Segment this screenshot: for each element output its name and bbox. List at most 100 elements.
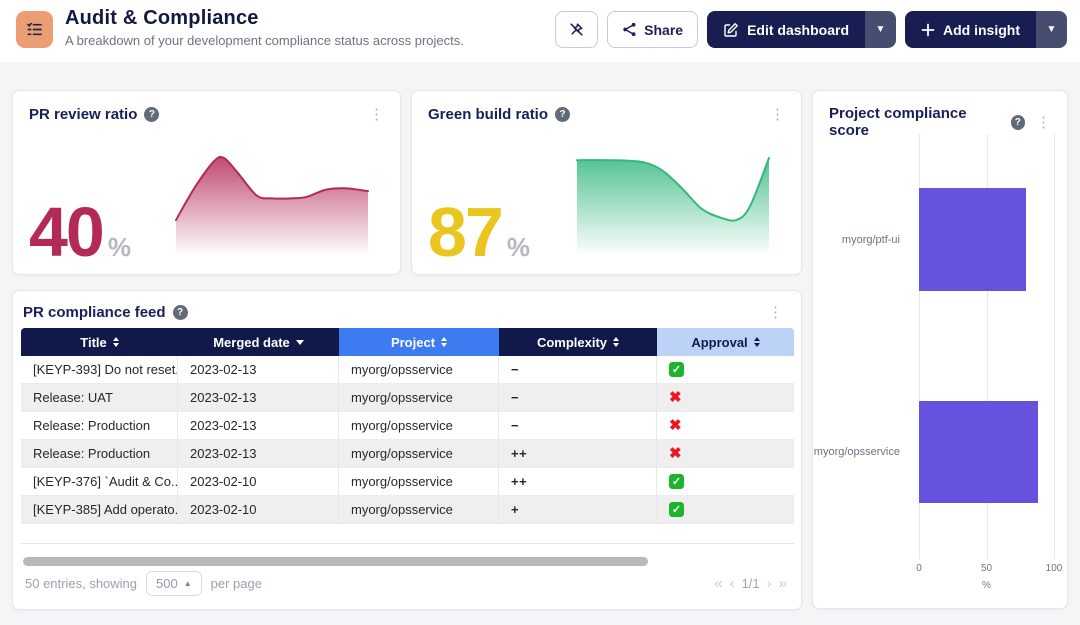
cell-merged-date: 2023-02-13: [178, 356, 339, 383]
first-page-button[interactable]: «: [714, 575, 722, 592]
cell-title: Release: Production: [21, 412, 178, 439]
card-title: PR compliance feed: [23, 304, 166, 321]
compliance-bar-chart: 0 50 100% myorg/ptf-ui myorg/opsservice: [813, 127, 1067, 608]
edit-icon: [723, 22, 739, 38]
sort-icon: [441, 337, 447, 347]
x-axis-tick: 100: [1039, 563, 1069, 574]
kebab-menu-icon[interactable]: ⋮: [766, 105, 789, 124]
pin-off-icon: [568, 21, 585, 38]
percent-unit: %: [108, 237, 131, 257]
share-icon: [622, 22, 637, 37]
green-build-value: 87 %: [428, 205, 530, 260]
chevron-down-icon: ▼: [1047, 24, 1057, 35]
pr-compliance-feed-card: PR compliance feed ? ⋮ Title Merged date P…: [12, 290, 802, 610]
approval-pass-icon: ✓: [669, 474, 684, 489]
dashboard-page: Audit & Compliance A breakdown of your d…: [0, 0, 1080, 625]
table-row: Release: UAT2023-02-13myorg/opsservice−✖: [21, 384, 794, 412]
entries-count-text: 50 entries, showing: [25, 576, 137, 591]
x-axis-label: %: [972, 580, 1002, 591]
help-icon[interactable]: ?: [555, 107, 570, 122]
x-axis-tick: 50: [972, 563, 1002, 574]
cell-project: myorg/opsservice: [339, 412, 499, 439]
unpin-button[interactable]: [555, 11, 598, 48]
help-icon[interactable]: ?: [144, 107, 159, 122]
approval-fail-icon: ✖: [669, 390, 682, 405]
page-size-select[interactable]: 500 ▲: [146, 571, 202, 596]
cell-merged-date: 2023-02-13: [178, 440, 339, 467]
page-subtitle: A breakdown of your development complian…: [65, 33, 464, 48]
chevron-up-icon: ▲: [184, 579, 192, 588]
cell-merged-date: 2023-02-13: [178, 412, 339, 439]
column-header-complexity[interactable]: Complexity: [499, 328, 657, 356]
column-header-merged-date[interactable]: Merged date: [178, 328, 339, 356]
toolbar: Share Edit dashboard ▼: [555, 11, 1067, 48]
column-header-project[interactable]: Project: [339, 328, 499, 356]
bar-category-label: myorg/ptf-ui: [813, 234, 909, 246]
feed-table: Title Merged date Project Complexity Approva…: [21, 328, 794, 524]
column-header-title[interactable]: Title: [21, 328, 178, 356]
add-insight-label: Add insight: [943, 22, 1020, 38]
cell-project: myorg/opsservice: [339, 496, 499, 523]
page-size-value: 500: [156, 576, 178, 591]
cell-approval: ✖: [657, 384, 794, 411]
cell-complexity: ++: [499, 468, 657, 495]
column-label: Merged date: [213, 335, 290, 350]
feed-table-body: [KEYP-393] Do not reset...2023-02-13myor…: [21, 356, 794, 524]
cell-merged-date: 2023-02-13: [178, 384, 339, 411]
approval-pass-icon: ✓: [669, 362, 684, 377]
cell-title: Release: Production: [21, 440, 178, 467]
add-insight-split-button: Add insight ▼: [905, 11, 1067, 48]
prev-page-button[interactable]: ‹: [730, 575, 735, 592]
share-label: Share: [644, 22, 683, 38]
green-build-sparkline[interactable]: [575, 148, 771, 260]
cell-complexity: −: [499, 356, 657, 383]
pr-review-ratio-card: PR review ratio ? ⋮ 40 %: [12, 90, 401, 275]
cell-project: myorg/opsservice: [339, 468, 499, 495]
cell-merged-date: 2023-02-10: [178, 496, 339, 523]
edit-dashboard-caret[interactable]: ▼: [865, 11, 896, 48]
next-page-button[interactable]: ›: [767, 575, 772, 592]
share-button[interactable]: Share: [607, 11, 698, 48]
kebab-menu-icon[interactable]: ⋮: [365, 105, 388, 124]
sort-icon: [613, 337, 619, 347]
pr-review-sparkline[interactable]: [174, 148, 370, 260]
percent-unit: %: [507, 237, 530, 257]
table-row: Release: Production2023-02-13myorg/opsse…: [21, 412, 794, 440]
bar-myorg-opsservice[interactable]: [919, 401, 1038, 503]
table-bottom-border: [21, 543, 794, 544]
green-build-ratio-card: Green build ratio ? ⋮ 87 %: [411, 90, 802, 275]
sort-icon: [113, 337, 119, 347]
header-titles: Audit & Compliance A breakdown of your d…: [65, 7, 464, 48]
kebab-menu-icon[interactable]: ⋮: [764, 303, 787, 322]
cell-title: Release: UAT: [21, 384, 178, 411]
column-label: Approval: [691, 335, 747, 350]
project-compliance-score-card: Project compliance score ? ⋮ 050100%myor…: [812, 90, 1068, 609]
page-title: Audit & Compliance: [65, 7, 464, 30]
table-row: [KEYP-393] Do not reset...2023-02-13myor…: [21, 356, 794, 384]
cell-approval: ✖: [657, 412, 794, 439]
cell-title: [KEYP-376] `Audit & Co...: [21, 468, 178, 495]
bar-chart-gridline: [1054, 134, 1055, 559]
column-header-approval[interactable]: Approval: [657, 328, 794, 356]
help-icon[interactable]: ?: [173, 305, 188, 320]
cell-project: myorg/opsservice: [339, 384, 499, 411]
x-axis-tick: 0: [904, 563, 934, 574]
horizontal-scrollbar[interactable]: [23, 557, 648, 566]
card-title: PR review ratio: [29, 106, 137, 123]
cell-approval: ✓: [657, 496, 794, 523]
cell-title: [KEYP-393] Do not reset...: [21, 356, 178, 383]
add-insight-button[interactable]: Add insight: [905, 11, 1036, 48]
cell-complexity: −: [499, 412, 657, 439]
page-indicator: 1/1: [742, 576, 760, 591]
table-row: [KEYP-376] `Audit & Co...2023-02-10myorg…: [21, 468, 794, 496]
last-page-button[interactable]: »: [779, 575, 787, 592]
bar-myorg-ptf-ui[interactable]: [919, 188, 1026, 291]
column-label: Complexity: [537, 335, 607, 350]
add-insight-caret[interactable]: ▼: [1036, 11, 1067, 48]
edit-dashboard-button[interactable]: Edit dashboard: [707, 11, 865, 48]
bar-category-label: myorg/opsservice: [813, 446, 909, 458]
approval-fail-icon: ✖: [669, 446, 682, 461]
sort-desc-icon: [296, 340, 304, 345]
sort-icon: [754, 337, 760, 347]
edit-dashboard-split-button: Edit dashboard ▼: [707, 11, 896, 48]
